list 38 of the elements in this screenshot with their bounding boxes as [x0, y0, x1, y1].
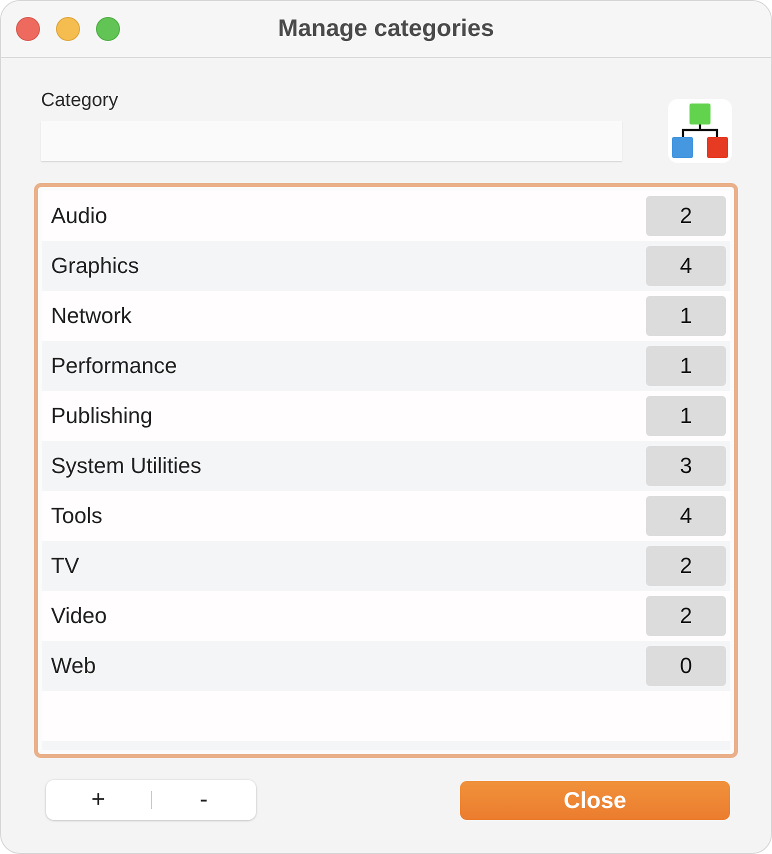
minimize-window-button[interactable] [56, 17, 80, 41]
category-name: Web [51, 653, 96, 679]
count-badge: 0 [646, 646, 726, 686]
category-name: Performance [51, 353, 177, 379]
count-badge: 4 [646, 496, 726, 536]
zoom-window-button[interactable] [96, 17, 120, 41]
category-name: System Utilities [51, 453, 202, 479]
category-name: Audio [51, 203, 108, 229]
category-name: Video [51, 603, 107, 629]
count-badge: 1 [646, 296, 726, 336]
count-badge: 2 [646, 546, 726, 586]
count-badge: 3 [646, 446, 726, 486]
count-badge: 1 [646, 346, 726, 386]
category-row[interactable]: Performance 1 [42, 341, 730, 391]
category-row[interactable]: System Utilities 3 [42, 441, 730, 491]
close-window-button[interactable] [16, 17, 40, 41]
remove-button[interactable]: - [152, 780, 256, 820]
category-name: Tools [51, 503, 102, 529]
category-row[interactable]: Web 0 [42, 641, 730, 691]
window-title: Manage categories [278, 15, 494, 43]
add-button[interactable]: + [46, 780, 150, 820]
category-row[interactable]: TV 2 [42, 541, 730, 591]
category-row[interactable]: Audio 2 [42, 191, 730, 241]
count-badge: 4 [646, 246, 726, 286]
category-name: TV [51, 553, 80, 579]
category-input[interactable] [41, 121, 622, 161]
category-row[interactable]: Graphics 4 [42, 241, 730, 291]
count-badge: 2 [646, 596, 726, 636]
category-row[interactable]: Publishing 1 [42, 391, 730, 441]
count-badge: 2 [646, 196, 726, 236]
count-badge: 1 [646, 396, 726, 436]
category-row[interactable]: Network 1 [42, 291, 730, 341]
category-name: Network [51, 303, 132, 329]
category-row[interactable]: Video 2 [42, 591, 730, 641]
category-row[interactable]: Tools 4 [42, 491, 730, 541]
category-name: Publishing [51, 403, 153, 429]
category-name: Graphics [51, 253, 140, 279]
category-label: Category [41, 90, 120, 112]
